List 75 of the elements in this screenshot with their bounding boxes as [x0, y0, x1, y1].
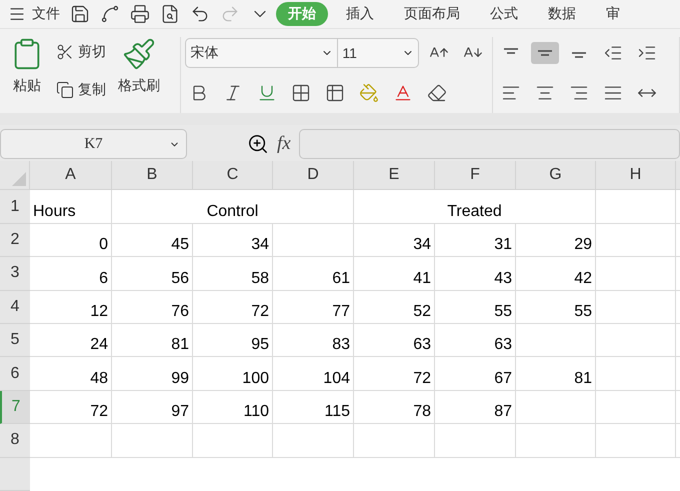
file-menu[interactable]: 文件 [4, 0, 64, 27]
table-cell: 77 [273, 290, 354, 324]
table-cell: 52 [354, 290, 435, 324]
row-header[interactable]: 6 [0, 357, 30, 391]
row-header[interactable]: 3 [0, 257, 30, 291]
table-cell: 41 [354, 257, 435, 291]
cut-button[interactable]: 剪切 [52, 36, 110, 67]
table-cell: 97 [112, 390, 193, 424]
copy-button[interactable]: 复制 [52, 74, 110, 105]
ribbon-tab[interactable]: 页面布局 [396, 2, 468, 26]
table-cell: Control [112, 190, 354, 224]
ribbon-tab[interactable]: 审 [598, 2, 628, 26]
table-cell: 55 [516, 290, 596, 324]
table-cell: 72 [30, 390, 112, 424]
table-cell: 83 [273, 324, 354, 358]
table-cell: 63 [354, 324, 435, 358]
table-cell: 34 [354, 224, 435, 258]
table-cell: Hours [30, 190, 112, 224]
table-cell: 31 [435, 224, 516, 258]
column-header[interactable]: E [354, 161, 435, 190]
table-cell: 58 [193, 257, 273, 291]
column-header[interactable]: A [30, 161, 112, 190]
column-header[interactable]: B [112, 161, 193, 190]
column-header[interactable]: C [193, 161, 273, 190]
copy-icon[interactable] [56, 80, 74, 99]
table-cell: 29 [516, 224, 596, 258]
format-painter-button[interactable]: 格式刷 [116, 36, 162, 113]
table-cell: Treated [354, 190, 596, 224]
table-cell: 61 [273, 257, 354, 291]
table-cell: 81 [112, 324, 193, 358]
table-cell: 24 [30, 324, 112, 358]
table-cell: 12 [30, 290, 112, 324]
table-cell: 45 [112, 224, 193, 258]
column-header[interactable]: D [273, 161, 354, 190]
table-cell: 110 [193, 390, 273, 424]
row-header[interactable]: 8 [0, 424, 30, 458]
table-cell: 87 [435, 390, 516, 424]
table-cell: 63 [435, 324, 516, 358]
middle-align-button[interactable] [530, 42, 559, 64]
column-header[interactable]: F [435, 161, 516, 190]
table-cell: 55 [435, 290, 516, 324]
row-header[interactable]: 5 [0, 324, 30, 358]
table-cell: 81 [516, 357, 596, 391]
table-cell: 104 [273, 357, 354, 391]
row-header[interactable]: 2 [0, 224, 30, 258]
table-cell: 115 [273, 390, 354, 424]
table-cell: 99 [112, 357, 193, 391]
table-cell: 72 [354, 357, 435, 391]
table-cell: 67 [435, 357, 516, 391]
table-cell: 78 [354, 390, 435, 424]
table-cell: 56 [112, 257, 193, 291]
table-cell: 76 [112, 290, 193, 324]
table-cell: 0 [30, 224, 112, 258]
formula-input[interactable] [298, 129, 680, 160]
table-cell: 6 [30, 257, 112, 291]
scissors-icon[interactable] [56, 42, 74, 61]
table-cell: 48 [30, 357, 112, 391]
row-header[interactable]: 4 [0, 290, 30, 324]
row-header[interactable]: 1 [0, 190, 30, 224]
column-header[interactable]: G [516, 161, 596, 190]
ribbon-tab[interactable]: 数据 [540, 2, 584, 26]
paste-button[interactable]: 粘贴 [8, 36, 46, 113]
ribbon-tab[interactable]: 插入 [338, 2, 382, 26]
zoom-icon[interactable] [247, 133, 269, 156]
table-cell: 42 [516, 257, 596, 291]
table-cell: 34 [193, 224, 273, 258]
table-cell: 95 [193, 324, 273, 358]
name-box[interactable]: K7 [0, 129, 187, 160]
column-header[interactable]: H [596, 161, 676, 190]
ribbon-tab[interactable]: 公式 [482, 2, 526, 26]
table-cell: 43 [435, 257, 516, 291]
paintbrush-icon[interactable] [122, 36, 156, 71]
table-cell: 100 [193, 357, 273, 391]
function-label[interactable]: fx [277, 133, 291, 156]
table-cell: 72 [193, 290, 273, 324]
